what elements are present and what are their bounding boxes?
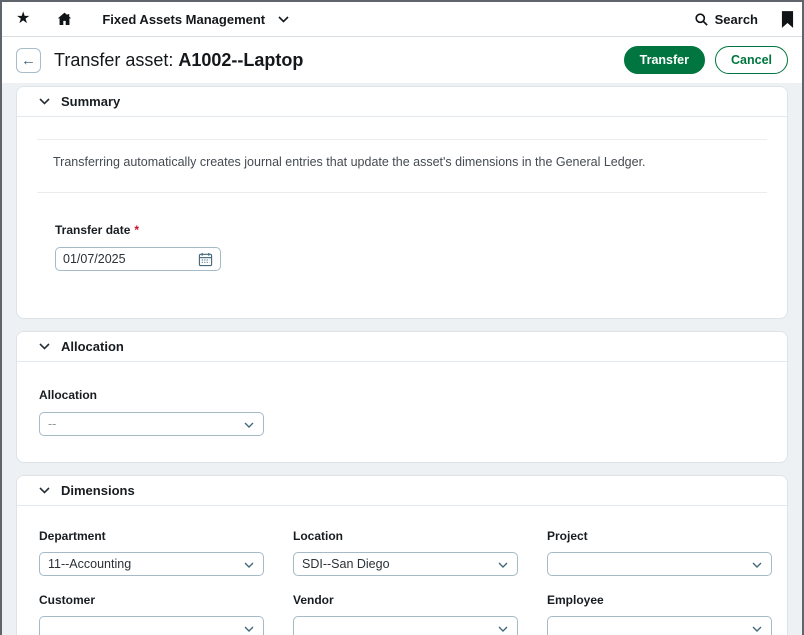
project-label: Project	[547, 529, 588, 543]
star-icon[interactable]: ★	[16, 11, 30, 27]
location-select[interactable]: SDI--San Diego	[293, 552, 518, 576]
app-menu-chevron-down-icon[interactable]	[278, 16, 289, 23]
top-navigation-bar: ★ Fixed Assets Management Search	[2, 2, 802, 37]
transfer-date-field: Transfer date *	[55, 221, 787, 271]
dimensions-grid: Department 11--Accounting Location SDI--…	[39, 527, 765, 635]
page-title: Transfer asset: A1002--Laptop	[54, 50, 303, 71]
divider	[37, 139, 767, 140]
vendor-field: Vendor	[293, 591, 518, 635]
chevron-down-icon	[498, 626, 508, 632]
vendor-select[interactable]	[293, 616, 518, 635]
vendor-label: Vendor	[293, 593, 334, 607]
transfer-button[interactable]: Transfer	[624, 46, 705, 74]
allocation-collapse-chevron-down-icon	[39, 343, 50, 350]
dimensions-section: Dimensions Department 11--Accounting Loc…	[16, 475, 788, 635]
dimensions-section-title: Dimensions	[61, 483, 135, 498]
employee-select[interactable]	[547, 616, 772, 635]
department-select[interactable]: 11--Accounting	[39, 552, 264, 576]
search-label: Search	[715, 12, 758, 27]
project-select[interactable]	[547, 552, 772, 576]
location-field: Location SDI--San Diego	[293, 527, 518, 576]
home-icon[interactable]	[56, 11, 73, 27]
back-arrow-icon: ←	[21, 53, 36, 68]
required-asterisk: *	[134, 223, 139, 237]
bookmark-icon[interactable]	[781, 11, 794, 28]
allocation-select[interactable]: --	[39, 412, 264, 436]
main-content: Summary Transferring automatically creat…	[2, 83, 802, 635]
allocation-label: Allocation	[39, 388, 97, 402]
employee-label: Employee	[547, 593, 604, 607]
department-label: Department	[39, 529, 106, 543]
page-header: ← Transfer asset: A1002--Laptop Transfer…	[2, 37, 802, 83]
employee-field: Employee	[547, 591, 772, 635]
allocation-section-header[interactable]: Allocation	[17, 332, 787, 362]
calendar-icon[interactable]	[198, 252, 213, 267]
cancel-button[interactable]: Cancel	[715, 46, 788, 74]
location-label: Location	[293, 529, 343, 543]
project-field: Project	[547, 527, 772, 576]
dimensions-collapse-chevron-down-icon	[39, 487, 50, 494]
chevron-down-icon	[244, 562, 254, 568]
customer-label: Customer	[39, 593, 95, 607]
customer-field: Customer	[39, 591, 264, 635]
asset-name: A1002--Laptop	[178, 50, 303, 70]
app-menu-title[interactable]: Fixed Assets Management	[102, 12, 265, 27]
allocation-section: Allocation Allocation --	[16, 331, 788, 463]
transfer-info-text: Transferring automatically creates journ…	[53, 155, 751, 169]
summary-section-title: Summary	[61, 94, 120, 109]
transfer-date-label: Transfer date	[55, 223, 130, 237]
divider	[37, 192, 767, 193]
chevron-down-icon	[498, 562, 508, 568]
back-button[interactable]: ←	[16, 48, 41, 73]
summary-section-header[interactable]: Summary	[17, 87, 787, 117]
summary-section: Summary Transferring automatically creat…	[16, 86, 788, 319]
summary-collapse-chevron-down-icon	[39, 98, 50, 105]
allocation-section-title: Allocation	[61, 339, 124, 354]
department-field: Department 11--Accounting	[39, 527, 264, 576]
customer-select[interactable]	[39, 616, 264, 635]
chevron-down-icon	[244, 626, 254, 632]
chevron-down-icon	[752, 626, 762, 632]
chevron-down-icon	[244, 422, 254, 428]
search-button[interactable]: Search	[694, 12, 758, 27]
chevron-down-icon	[752, 562, 762, 568]
transfer-date-input[interactable]	[63, 252, 183, 266]
dimensions-section-header[interactable]: Dimensions	[17, 476, 787, 506]
search-icon	[694, 12, 709, 27]
